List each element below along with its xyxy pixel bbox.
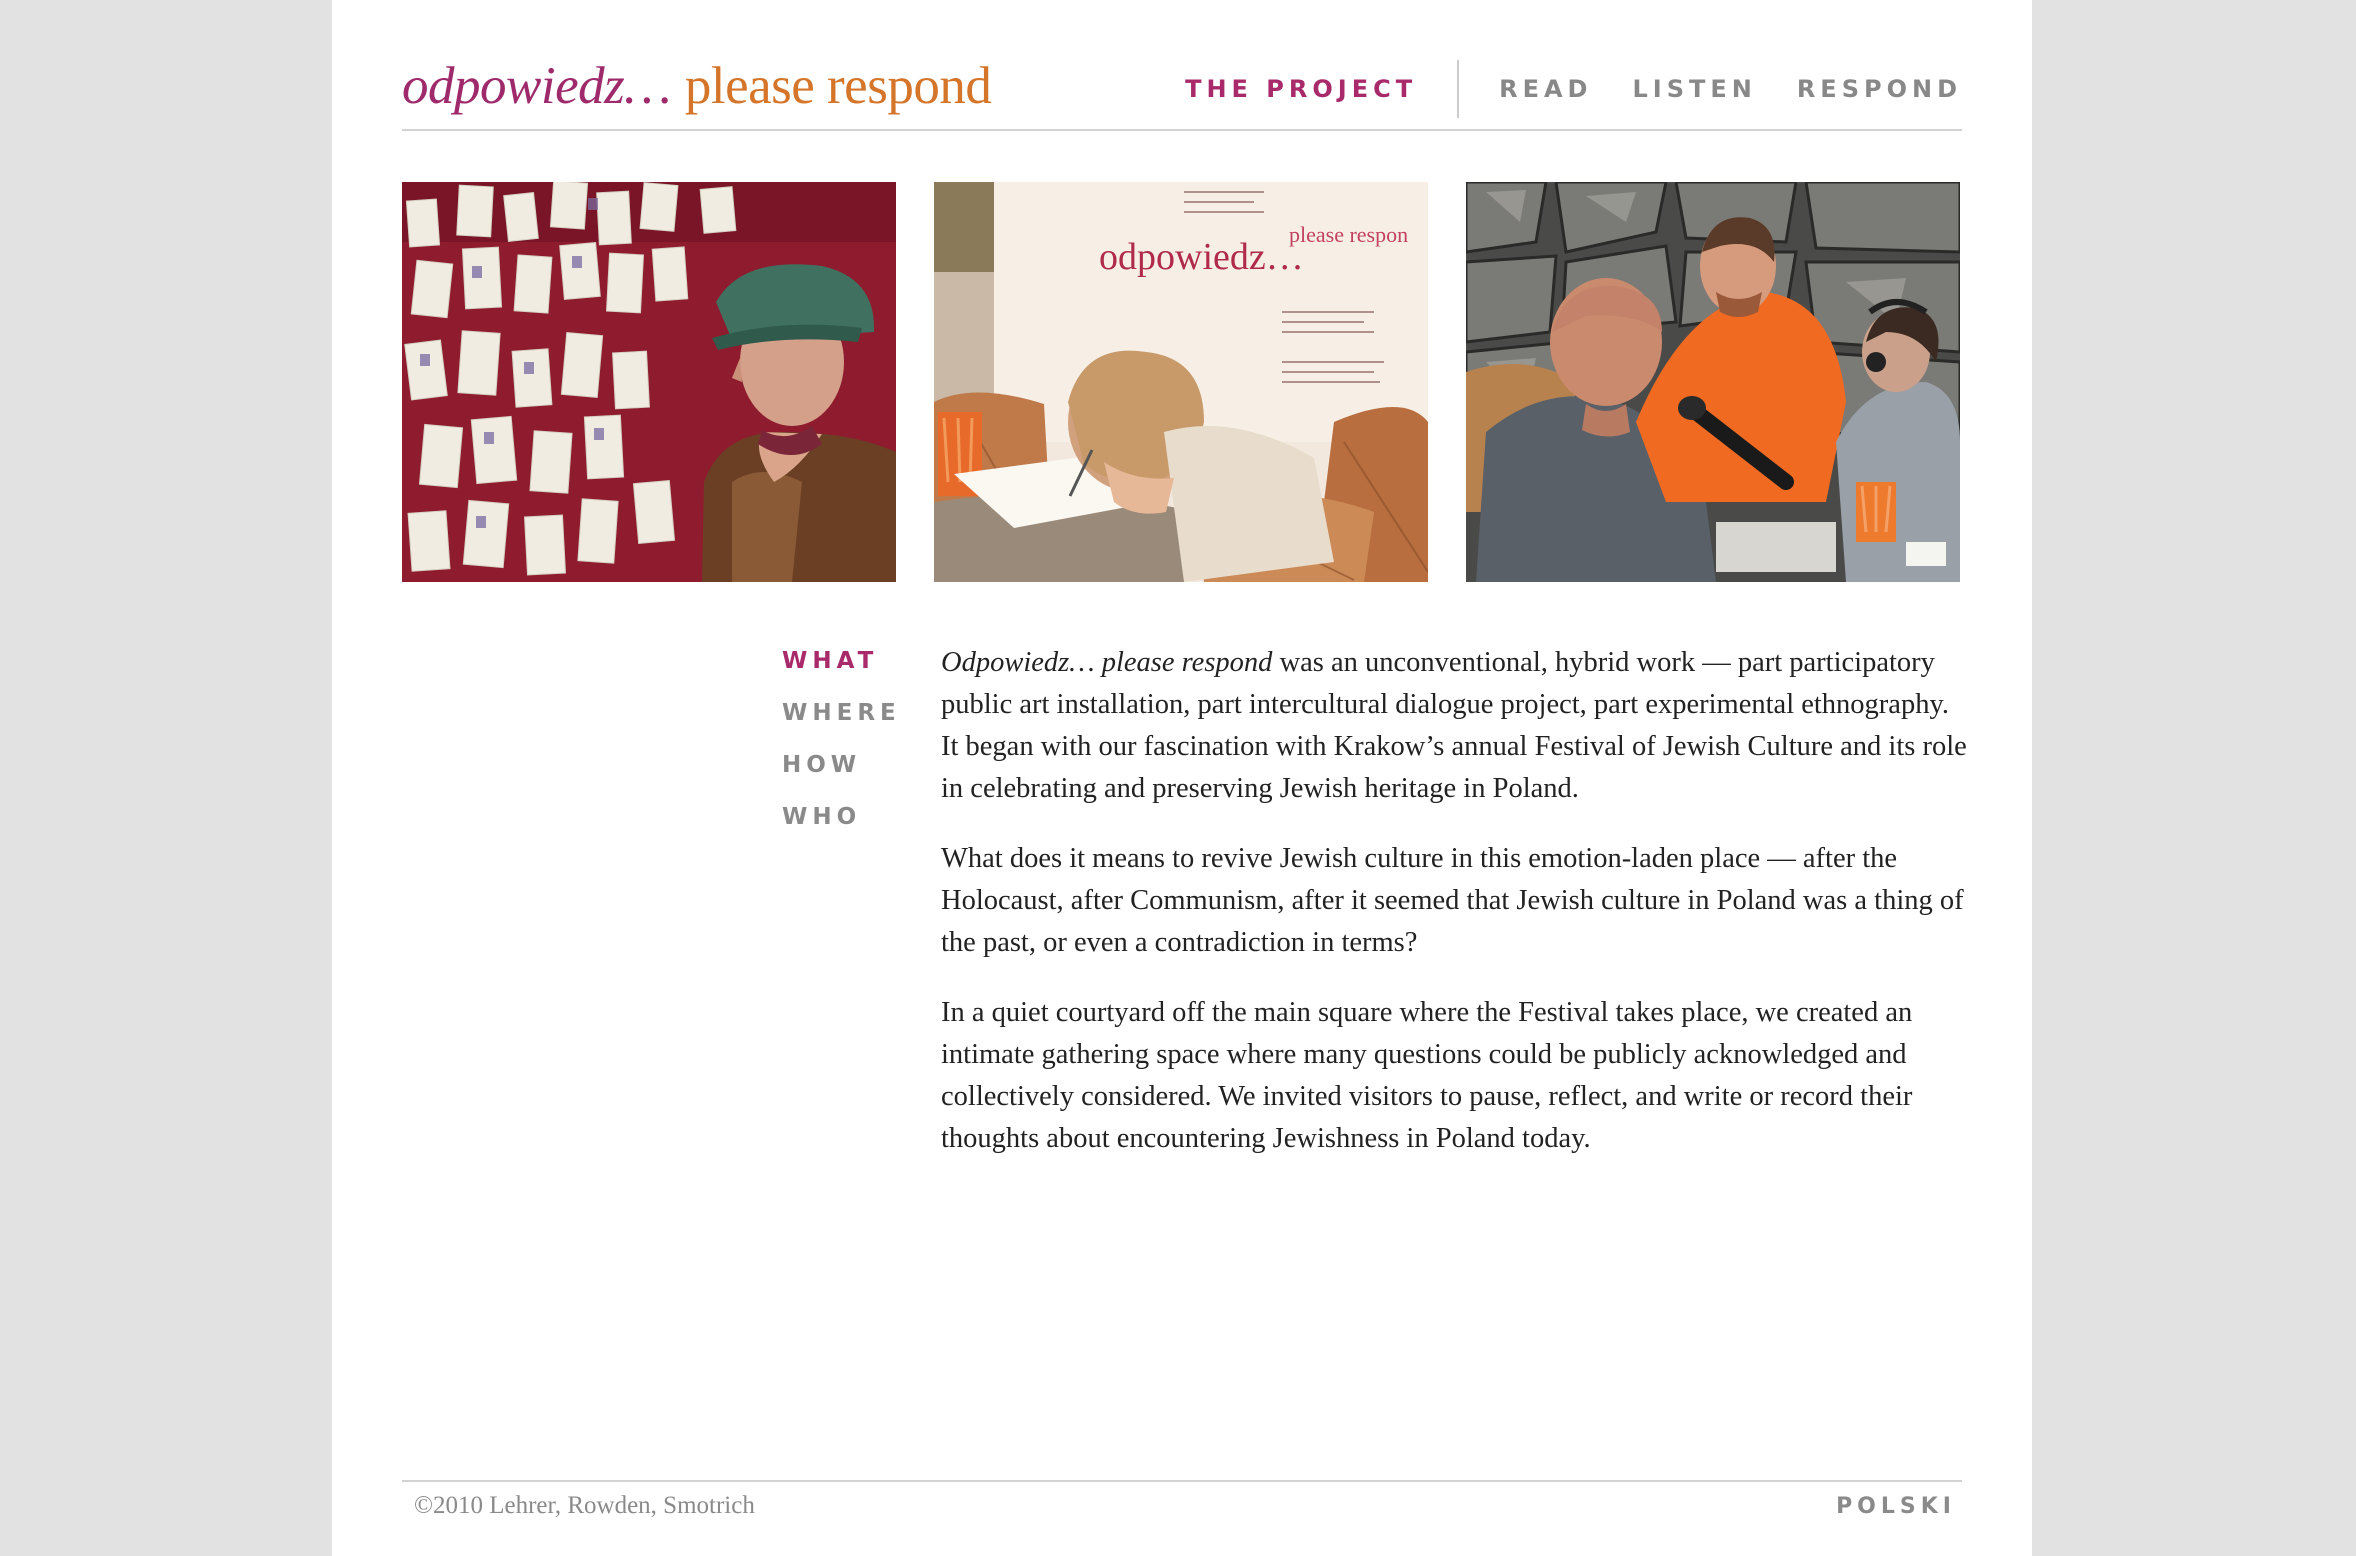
subnav-how[interactable]: HOW <box>782 744 942 796</box>
photo-interview <box>1466 182 1960 582</box>
project-title-italic: Odpowiedz… please respond <box>941 647 1273 678</box>
project-description: Odpowiedz… please respond was an unconve… <box>941 642 1971 1188</box>
subnav-what[interactable]: WHAT <box>782 640 942 692</box>
subnav-who[interactable]: WHO <box>782 796 942 848</box>
nav-listen[interactable]: LISTEN <box>1632 60 1756 118</box>
nav-the-project[interactable]: THE PROJECT <box>1185 60 1417 118</box>
footer-divider <box>402 1480 1962 1482</box>
photo-visitor-writing: odpowiedz… please respon <box>934 182 1428 582</box>
site-logo[interactable]: odpowiedz… please respond <box>402 46 992 126</box>
paragraph-3: In a quiet courtyard off the main square… <box>941 997 1913 1154</box>
paragraph-2: What does it means to revive Jewish cult… <box>941 843 1964 958</box>
subnav-where[interactable]: WHERE <box>782 692 942 744</box>
header-divider <box>402 129 1962 131</box>
main-nav: THE PROJECT READ LISTEN RESPOND <box>1185 60 1962 118</box>
section-nav: WHAT WHERE HOW WHO <box>782 640 942 848</box>
sign-title: odpowiedz… <box>1099 236 1304 278</box>
nav-read[interactable]: READ <box>1499 60 1592 118</box>
photo-wall-of-letters <box>402 182 896 582</box>
nav-respond[interactable]: RESPOND <box>1797 60 1962 118</box>
logo-text-english: please respond <box>684 57 992 115</box>
page-container: odpowiedz… please respond THE PROJECT REA… <box>332 0 2032 1556</box>
paragraph-1: Odpowiedz… please respond was an unconve… <box>941 642 1971 810</box>
language-switch-polski[interactable]: POLSKI <box>1836 1487 1956 1527</box>
nav-divider <box>1457 60 1460 118</box>
logo-text-polish: odpowiedz… <box>402 57 671 115</box>
copyright-text: ©2010 Lehrer, Rowden, Smotrich <box>414 1492 755 1519</box>
sign-subtitle: please respon <box>1289 222 1408 247</box>
